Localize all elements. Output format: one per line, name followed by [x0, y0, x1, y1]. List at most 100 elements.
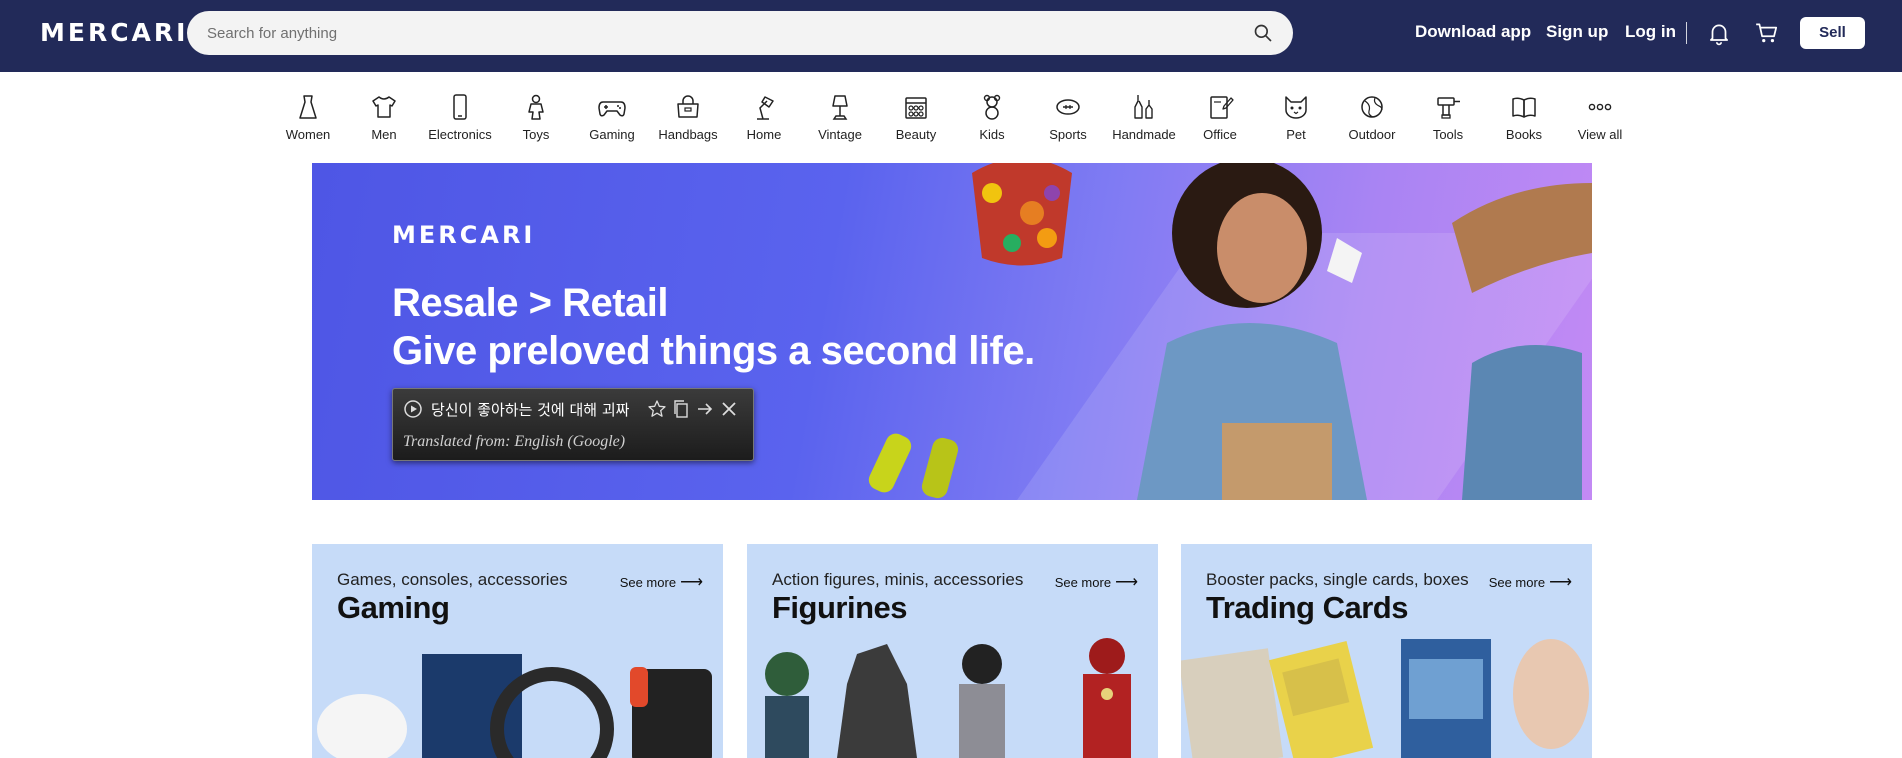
vintage-lamp-icon [832, 95, 848, 120]
see-more-link[interactable]: See more ⟶ [620, 572, 703, 592]
category-pet[interactable]: Pet [1258, 90, 1334, 156]
cart-icon[interactable] [1754, 20, 1780, 46]
category-label: Tools [1432, 127, 1464, 142]
makeup-palette-icon [905, 97, 927, 119]
category-electronics[interactable]: Electronics [422, 90, 498, 156]
translation-popup: 당신이 좋아하는 것에 대해 괴짜 Translated from: Engli… [392, 388, 754, 461]
globe-icon [1361, 96, 1383, 118]
mercari-logo[interactable]: MERCARI [40, 18, 188, 47]
toy-robot-icon [528, 94, 544, 120]
header-divider [1686, 22, 1687, 44]
gaming-products-image [317, 654, 712, 758]
book-icon [1512, 97, 1536, 118]
lamp-icon [757, 96, 774, 120]
search-icon[interactable] [1253, 23, 1273, 43]
football-icon [1056, 99, 1080, 115]
arrow-right-icon: ⟶ [1115, 574, 1138, 591]
category-label: View all [1577, 127, 1623, 142]
translation-source: Translated from: English (Google) [403, 433, 626, 450]
gamepad-icon [598, 101, 626, 117]
star-icon[interactable] [647, 399, 667, 419]
more-dots-icon [1588, 103, 1612, 111]
category-view-all[interactable]: View all [1562, 90, 1638, 156]
category-label: Electronics [428, 127, 492, 142]
category-toys[interactable]: Toys [498, 90, 574, 156]
notification-bell-icon[interactable] [1706, 20, 1732, 46]
promo-card-gaming[interactable]: Games, consoles, accessories Gaming See … [312, 544, 723, 758]
tshirt-icon [372, 96, 396, 118]
see-more-link[interactable]: See more ⟶ [1055, 572, 1138, 592]
hero-subheadline: Give preloved things a second life. [392, 329, 1035, 373]
card-title: Figurines [772, 590, 908, 625]
download-app-link[interactable]: Download app [1415, 22, 1531, 42]
see-more-label: See more [619, 575, 677, 590]
card-subtitle: Action figures, minis, accessories [772, 570, 1024, 589]
sign-up-link[interactable]: Sign up [1546, 22, 1608, 42]
notepad-icon [1210, 96, 1234, 119]
handbag-icon [677, 95, 699, 118]
copy-icon[interactable] [671, 399, 691, 419]
top-navigation-bar: MERCARI Download app Sign up Log in Sell [0, 0, 1902, 72]
category-home[interactable]: Home [726, 90, 802, 156]
teddy-bear-icon [983, 94, 1001, 120]
category-books[interactable]: Books [1486, 90, 1562, 156]
category-women[interactable]: Women [270, 90, 346, 156]
close-icon[interactable] [719, 399, 739, 419]
category-men[interactable]: Men [346, 90, 422, 156]
category-outdoor[interactable]: Outdoor [1334, 90, 1410, 156]
card-title: Trading Cards [1206, 590, 1408, 625]
see-more-link[interactable]: See more ⟶ [1489, 572, 1572, 592]
category-tools[interactable]: Tools [1410, 90, 1486, 156]
category-label: Sports [1049, 127, 1087, 142]
category-label: Books [1505, 127, 1543, 142]
category-handbags[interactable]: Handbags [650, 90, 726, 156]
category-kids[interactable]: Kids [954, 90, 1030, 156]
dumbbells-image [868, 433, 959, 499]
category-label: Handmade [1112, 127, 1176, 142]
floral-backpack-image [972, 163, 1072, 266]
category-label: Women [285, 127, 331, 142]
hero-headline: Resale > Retail [392, 281, 669, 325]
figurines-image [765, 638, 1131, 758]
hero-mercari-logo: MERCARI [392, 221, 536, 249]
category-label: Gaming [589, 127, 635, 142]
cat-face-icon [1285, 96, 1307, 119]
arrow-right-icon: ⟶ [1549, 574, 1572, 591]
see-more-label: See more [1054, 575, 1112, 590]
see-more-label: See more [1488, 575, 1546, 590]
category-office[interactable]: Office [1182, 90, 1258, 156]
category-sports[interactable]: Sports [1030, 90, 1106, 156]
category-beauty[interactable]: Beauty [878, 90, 954, 156]
log-in-link[interactable]: Log in [1625, 22, 1676, 42]
hero-banner[interactable]: MERCARI Resale > Retail Give preloved th… [312, 163, 1592, 500]
category-label: Office [1203, 127, 1237, 142]
play-audio-icon[interactable] [403, 399, 423, 419]
category-label: Beauty [895, 127, 937, 142]
category-label: Outdoor [1348, 127, 1396, 142]
category-label: Pet [1286, 127, 1306, 142]
promo-card-trading-cards[interactable]: Booster packs, single cards, boxes Tradi… [1181, 544, 1592, 758]
category-gaming[interactable]: Gaming [574, 90, 650, 156]
category-label: Home [746, 127, 782, 142]
category-vintage[interactable]: Vintage [802, 90, 878, 156]
woman-with-mug-image [1137, 163, 1367, 500]
search-bar[interactable] [187, 11, 1293, 55]
craft-bottle-icon [1134, 95, 1153, 119]
search-input[interactable] [207, 11, 1207, 55]
category-handmade[interactable]: Handmade [1106, 90, 1182, 156]
phone-icon [453, 94, 467, 120]
category-navigation: Women Men Electronics Toys Gaming Handba… [270, 90, 1622, 156]
trading-cards-image [1181, 639, 1589, 758]
card-subtitle: Booster packs, single cards, boxes [1206, 570, 1469, 589]
handbag-and-denim-shirt-image [1452, 183, 1592, 500]
arrow-right-icon[interactable] [695, 399, 715, 419]
sell-button[interactable]: Sell [1800, 17, 1865, 49]
translated-text: 당신이 좋아하는 것에 대해 괴짜 [431, 401, 630, 419]
dress-icon [299, 95, 317, 119]
drill-icon [1437, 97, 1460, 119]
category-label: Toys [522, 127, 550, 142]
category-label: Kids [979, 127, 1005, 142]
card-subtitle: Games, consoles, accessories [337, 570, 568, 589]
promo-card-figurines[interactable]: Action figures, minis, accessories Figur… [747, 544, 1158, 758]
category-label: Vintage [818, 127, 862, 142]
